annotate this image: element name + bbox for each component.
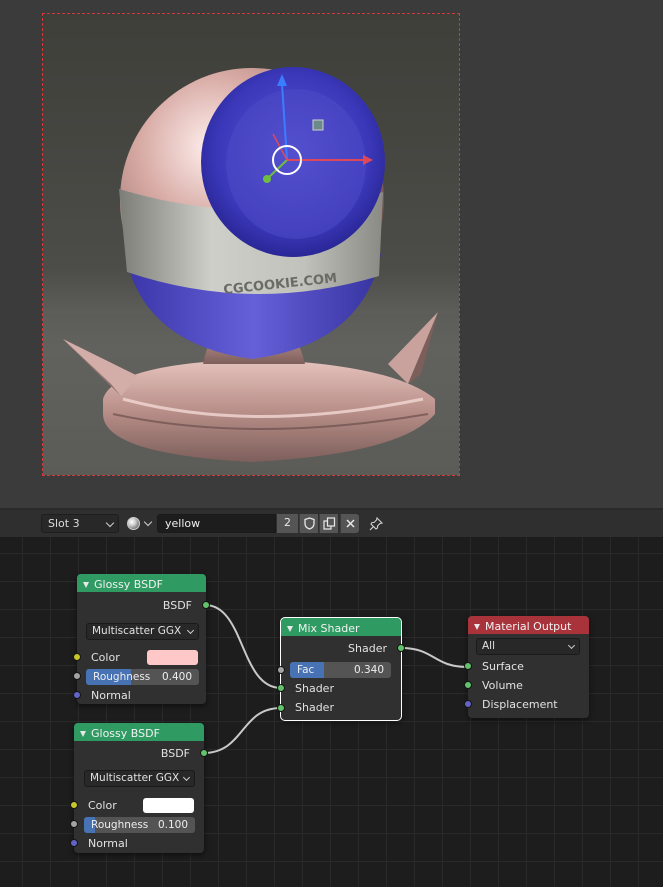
displacement-row: Displacement	[468, 695, 589, 714]
roughness-slider[interactable]: Roughness 0.400	[86, 669, 199, 685]
color-input-socket[interactable]	[73, 653, 81, 661]
color-label: Color	[91, 651, 120, 664]
material-sphere-icon	[127, 517, 140, 530]
node-title: Material Output	[485, 619, 572, 633]
color-input-socket[interactable]	[70, 801, 78, 809]
normal-input-socket[interactable]	[73, 691, 81, 699]
roughness-input-socket[interactable]	[73, 672, 81, 680]
node-header[interactable]: Glossy BSDF	[74, 723, 204, 741]
link-glossy1-to-mix	[204, 604, 282, 689]
shader-input-label: Shader	[295, 682, 334, 695]
slider-label: Fac	[297, 664, 315, 676]
node-editor-header: Slot 3 yellow 2	[0, 510, 663, 537]
glossy-bsdf-node-2[interactable]: Glossy BSDF BSDF Multiscatter GGX Color …	[70, 723, 208, 853]
roughness-input-socket[interactable]	[70, 820, 78, 828]
normal-input-socket[interactable]	[70, 839, 78, 847]
volume-input-socket[interactable]	[464, 681, 472, 689]
material-slot-label: Slot 3	[48, 517, 80, 530]
collapse-triangle-icon[interactable]	[474, 623, 480, 630]
material-user-count-button[interactable]: 2	[277, 514, 298, 533]
color-label: Color	[88, 799, 117, 812]
close-icon	[345, 519, 355, 528]
volume-row: Volume	[468, 676, 589, 695]
material-name-field[interactable]: yellow	[157, 514, 276, 533]
distribution-value: Multiscatter GGX	[90, 772, 180, 784]
material-slot-dropdown[interactable]: Slot 3	[41, 514, 119, 533]
slider-value: 0.340	[353, 664, 384, 676]
duplicate-material-button[interactable]	[319, 514, 338, 533]
slider-label: Roughness	[93, 671, 151, 683]
normal-row: Normal	[77, 686, 206, 705]
material-output-node[interactable]: Material Output All Surface Volume Displ…	[464, 616, 589, 718]
chevron-down-icon	[105, 518, 115, 528]
displacement-input-socket[interactable]	[464, 700, 472, 708]
shader-node-editor[interactable]: Glossy BSDF BSDF Multiscatter GGX Color …	[0, 537, 663, 887]
material-preview-render: CGCOOKIE.COM	[43, 14, 459, 475]
normal-label: Normal	[91, 689, 131, 702]
material-name-value: yellow	[165, 517, 201, 530]
roughness-slider[interactable]: Roughness 0.100	[84, 817, 195, 833]
link-glossy2-to-mix	[202, 707, 282, 754]
node-title: Mix Shader	[298, 621, 360, 635]
output-label: BSDF	[160, 747, 190, 760]
node-title: Glossy BSDF	[91, 726, 160, 740]
output-label: Shader	[348, 642, 387, 655]
output-row: Shader	[281, 639, 401, 658]
node-header[interactable]: Material Output	[468, 616, 589, 634]
pin-button[interactable]	[366, 514, 385, 533]
shader-input-label: Shader	[295, 701, 334, 714]
surface-input-socket[interactable]	[464, 662, 472, 670]
normal-label: Normal	[88, 837, 128, 850]
node-title: Glossy BSDF	[94, 577, 163, 591]
output-target-dropdown[interactable]: All	[476, 638, 580, 655]
color-swatch[interactable]	[147, 650, 198, 665]
surface-label: Surface	[482, 660, 524, 673]
output-row: BSDF	[77, 596, 206, 615]
node-header[interactable]: Glossy BSDF	[77, 574, 206, 592]
displacement-label: Displacement	[482, 698, 558, 711]
user-count-value: 2	[284, 516, 291, 529]
browse-material-button[interactable]	[127, 514, 155, 533]
shader-input-row-2: Shader	[281, 698, 401, 717]
fake-user-button[interactable]	[299, 514, 318, 533]
chevron-down-icon	[567, 641, 576, 650]
shader-input-socket-2[interactable]	[277, 704, 285, 712]
volume-label: Volume	[482, 679, 523, 692]
color-swatch[interactable]	[143, 798, 194, 813]
output-target-value: All	[482, 640, 496, 652]
output-row: BSDF	[74, 744, 204, 763]
chevron-down-icon	[182, 773, 191, 782]
collapse-triangle-icon[interactable]	[83, 581, 89, 588]
node-header[interactable]: Mix Shader	[281, 618, 401, 636]
collapse-triangle-icon[interactable]	[287, 625, 293, 632]
bsdf-output-socket[interactable]	[200, 749, 208, 757]
shader-input-row-1: Shader	[281, 679, 401, 698]
slider-value: 0.400	[161, 671, 192, 683]
unlink-material-button[interactable]	[340, 514, 359, 533]
distribution-dropdown[interactable]: Multiscatter GGX	[84, 770, 195, 787]
pin-icon	[369, 516, 383, 530]
bsdf-output-socket[interactable]	[202, 601, 210, 609]
fac-slider[interactable]: Fac 0.340	[290, 662, 391, 678]
surface-row: Surface	[468, 657, 589, 676]
glossy-bsdf-node-1[interactable]: Glossy BSDF BSDF Multiscatter GGX Color …	[73, 574, 210, 705]
render-region-frame: CGCOOKIE.COM	[42, 13, 460, 476]
distribution-dropdown[interactable]: Multiscatter GGX	[86, 623, 199, 640]
link-mix-to-output	[400, 647, 469, 668]
render-viewport[interactable]: CGCOOKIE.COM	[0, 0, 663, 508]
normal-row: Normal	[74, 834, 204, 853]
shader-output-socket[interactable]	[397, 644, 405, 652]
shield-icon	[303, 517, 315, 530]
collapse-triangle-icon[interactable]	[80, 730, 86, 737]
distribution-value: Multiscatter GGX	[92, 625, 182, 637]
duplicate-icon	[322, 517, 335, 530]
shader-input-socket-1[interactable]	[277, 684, 285, 692]
chevron-down-icon	[186, 626, 195, 635]
slider-label: Roughness	[91, 819, 149, 831]
chevron-down-icon	[143, 517, 153, 526]
slider-value: 0.100	[157, 819, 188, 831]
mix-shader-node[interactable]: Mix Shader Shader Fac 0.340 Shader Shade…	[277, 617, 405, 721]
fac-input-socket[interactable]	[277, 666, 285, 674]
output-label: BSDF	[162, 599, 192, 612]
